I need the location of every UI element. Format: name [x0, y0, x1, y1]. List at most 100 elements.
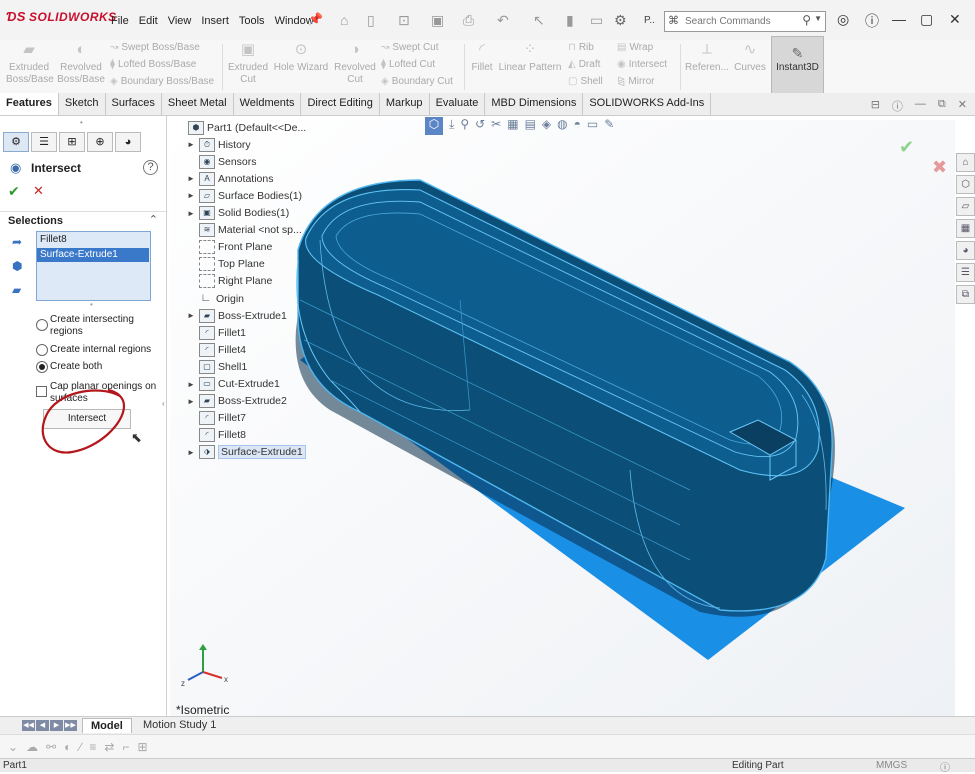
curves-button[interactable]: ∿ Curves [733, 42, 767, 74]
doc-restore-icon[interactable]: ⧉ [938, 98, 946, 114]
save-icon[interactable]: ▣ [431, 12, 444, 29]
revolved-cut-button[interactable]: ◑ Revolved Cut [333, 42, 377, 86]
menu-edit[interactable]: Edit [134, 15, 163, 27]
collapse-icon[interactable]: ⌃ [149, 213, 158, 226]
display-manager-tab-icon[interactable]: ◕ [115, 132, 141, 152]
view-settings-icon[interactable]: ▭ [587, 117, 598, 135]
custom-properties-icon[interactable]: ☰ [956, 263, 975, 282]
instant3d-button[interactable]: ✎ Instant3D [771, 36, 824, 94]
tab-weldments[interactable]: Weldments [234, 93, 302, 115]
create-internal-regions-radio[interactable] [36, 344, 48, 356]
tree-item[interactable]: ▢ Shell1 [187, 358, 247, 375]
wrap-button[interactable]: ▤ Wrap [617, 42, 653, 53]
previous-view-icon[interactable]: ↺ [475, 117, 485, 135]
revolved-boss-base-button[interactable]: ◐ Revolved Boss/Base [56, 42, 106, 86]
stack-icon[interactable]: ≡ [89, 740, 96, 754]
status-help-icon[interactable]: ⓘ [940, 759, 950, 774]
rebuild-icon[interactable]: ▮ [566, 12, 574, 29]
display-style-icon[interactable]: ▤ [525, 117, 536, 135]
swept-boss-base-button[interactable]: ↝ Swept Boss/Base [110, 42, 200, 53]
tree-item[interactable]: ► ⏱ History [187, 136, 251, 153]
hole-wizard-button[interactable]: ⊙ Hole Wizard [272, 42, 330, 74]
zoom-to-fit-icon[interactable]: ⤓ [449, 117, 454, 135]
tab-model[interactable]: Model [82, 718, 132, 733]
options-gear-icon[interactable]: ⚙ [614, 12, 627, 29]
close-icon[interactable]: ✕ [949, 11, 961, 28]
corner-icon[interactable]: ⌐ [122, 740, 129, 754]
create-both-radio[interactable] [36, 361, 48, 373]
arrows-icon[interactable]: ⇄ [104, 740, 114, 754]
menu-view[interactable]: View [163, 15, 197, 27]
menu-tools[interactable]: Tools [234, 15, 270, 27]
tree-item[interactable]: ► ▰ Boss-Extrude1 [187, 307, 287, 324]
first-tab-icon[interactable]: ◀◀ [22, 720, 35, 731]
apply-scene-icon[interactable]: ◓ [574, 117, 581, 135]
dimxpert-manager-tab-icon[interactable]: ⊕ [87, 132, 113, 152]
tab-sketch[interactable]: Sketch [59, 93, 106, 115]
tree-item[interactable]: ► ▣ Solid Bodies(1) [187, 205, 289, 222]
ok-button[interactable]: ✔ [8, 183, 20, 200]
link-icon[interactable]: ⚯ [46, 740, 56, 754]
tree-item[interactable]: ◜ Fillet4 [187, 341, 246, 358]
minimize-icon[interactable]: — [892, 11, 906, 27]
dropdown-icon[interactable]: ⌄ [8, 740, 18, 754]
confirm-ok-icon[interactable]: ✔ [899, 137, 914, 158]
grid-icon[interactable]: ⊞ [137, 740, 147, 754]
tab-solidworks-add-ins[interactable]: SOLIDWORKS Add-Ins [583, 93, 712, 115]
tree-item[interactable]: Right Plane [187, 273, 272, 290]
create-intersecting-regions-radio[interactable] [36, 319, 48, 331]
expand-arrow-icon[interactable]: ► [187, 209, 199, 218]
menu-insert[interactable]: Insert [196, 15, 234, 27]
cancel-button[interactable]: ✕ [33, 183, 44, 199]
tree-item[interactable]: ◜ Fillet1 [187, 324, 246, 341]
solidworks-resources-icon[interactable]: ⌂ [956, 153, 975, 172]
menu-file[interactable]: File [106, 15, 134, 27]
help-icon[interactable]: ⓘ [865, 11, 879, 31]
edit-appearance-icon[interactable]: ◍ [557, 117, 567, 135]
cloud-icon[interactable]: ☁ [26, 740, 38, 754]
selections-list[interactable]: Fillet8 Surface-Extrude1 [36, 231, 151, 301]
restore-panel-icon[interactable]: ⊟ [871, 98, 880, 114]
reference-geometry-button[interactable]: ⟂ Referen... [683, 42, 731, 74]
tab-surfaces[interactable]: Surfaces [106, 93, 162, 115]
tree-item[interactable]: ► ▭ Cut-Extrude1 [187, 376, 280, 393]
expand-arrow-icon[interactable]: ► [187, 448, 199, 457]
file-properties-icon[interactable]: ▭ [590, 12, 603, 29]
help-icon[interactable]: ? [143, 160, 158, 175]
tree-item[interactable]: ◉ Sensors [187, 153, 257, 170]
linear-pattern-button[interactable]: ⁘ Linear Pattern [498, 42, 562, 74]
chevron-down-icon[interactable]: ▼ [814, 14, 822, 23]
fillet-button[interactable]: ◜ Fillet [469, 42, 495, 74]
tree-root-part[interactable]: ⬢ Part1 (Default<<De... [176, 119, 306, 136]
more-commands[interactable]: P.. [644, 15, 655, 26]
shaded-icon[interactable]: ◐ [64, 740, 71, 754]
tab-features[interactable]: Features [0, 93, 59, 115]
dynamic-annotation-icon[interactable]: ▦ [507, 117, 518, 135]
tree-item[interactable]: ► ▱ Surface Bodies(1) [187, 187, 302, 204]
tree-item[interactable]: ≋ Material <not sp... [187, 222, 302, 239]
list-resize-handle[interactable]: • [90, 300, 93, 309]
open-icon[interactable]: ⊡ [398, 12, 410, 29]
tree-item[interactable]: ∟ Origin [187, 290, 244, 307]
lofted-boss-base-button[interactable]: ⧫ Lofted Boss/Base [110, 59, 196, 70]
list-item[interactable]: Fillet8 [37, 233, 149, 247]
rib-button[interactable]: ⊓ Rib [568, 42, 594, 53]
status-units[interactable]: MMGS [876, 760, 907, 771]
tree-item[interactable]: ► ⬗ Surface-Extrude1 [187, 444, 306, 461]
expand-arrow-icon[interactable]: ► [187, 380, 199, 389]
pin-icon[interactable]: 📌 [308, 12, 323, 26]
select-icon[interactable]: ↖ [533, 12, 545, 29]
prev-tab-icon[interactable]: ◀ [36, 720, 49, 731]
shell-button[interactable]: ▢ Shell [568, 76, 603, 87]
boundary-cut-button[interactable]: ◈ Boundary Cut [381, 76, 453, 87]
tree-item[interactable]: ► A Annotations [187, 170, 273, 187]
tree-item[interactable]: ◜ Fillet8 [187, 427, 246, 444]
panel-collapse-handle[interactable]: ‹ [162, 399, 165, 408]
tree-item[interactable]: Front Plane [187, 239, 272, 256]
view-orientation-icon[interactable]: ⬡ [425, 117, 443, 135]
print-icon[interactable]: ⎙ [463, 12, 474, 29]
tree-item[interactable]: Top Plane [187, 256, 265, 273]
search-input[interactable] [683, 13, 797, 30]
search-icon[interactable]: ⚲ [802, 13, 811, 27]
intersect-ribbon-button[interactable]: ◉ Intersect [617, 59, 667, 70]
